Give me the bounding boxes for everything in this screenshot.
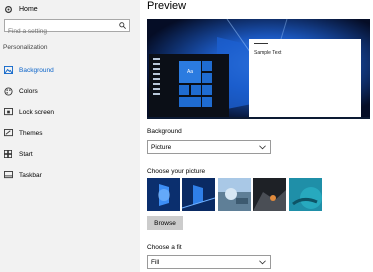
home-label: Home — [19, 5, 38, 13]
preview-tile — [179, 85, 189, 95]
picture-thumbnail[interactable] — [218, 178, 251, 211]
sample-window-title-bar — [254, 43, 268, 44]
fit-label: Choose a fit — [147, 244, 182, 251]
preview-tile — [202, 73, 212, 83]
background-dropdown-value: Picture — [151, 143, 172, 151]
search-icon[interactable] — [119, 22, 126, 29]
start-icon — [3, 149, 13, 159]
sidebar-item-label: Start — [19, 150, 33, 158]
page-title: Preview — [147, 0, 187, 12]
sidebar-item-label: Background — [19, 66, 54, 74]
home-nav-item[interactable]: Home — [4, 3, 38, 15]
sidebar-item-label: Themes — [19, 129, 43, 137]
preview-tile — [202, 61, 212, 71]
desktop-preview: Aa Sample Text — [147, 19, 370, 119]
lock-screen-icon — [3, 107, 13, 117]
chevron-down-icon — [259, 260, 266, 265]
sidebar-item-taskbar[interactable]: Taskbar — [2, 167, 137, 183]
palette-icon — [3, 86, 13, 96]
preview-tile — [179, 97, 201, 107]
settings-sidebar: Home Personalization Background Colors L… — [0, 0, 140, 272]
search-box[interactable] — [4, 19, 130, 37]
search-input[interactable] — [5, 26, 118, 37]
background-label: Background — [147, 128, 182, 135]
main-content: Preview Aa Sample Text Background Pictur… — [147, 0, 373, 272]
start-menu-list — [153, 58, 163, 98]
background-dropdown[interactable]: Picture — [147, 140, 271, 154]
sample-text: Sample Text — [254, 50, 282, 56]
picture-thumbnail[interactable] — [289, 178, 322, 211]
sidebar-item-label: Lock screen — [19, 108, 55, 116]
section-heading: Personalization — [3, 44, 48, 51]
sidebar-item-themes[interactable]: Themes — [2, 125, 137, 141]
preview-tile — [202, 85, 212, 95]
sidebar-item-lock-screen[interactable]: Lock screen — [2, 104, 137, 120]
picture-icon — [3, 65, 13, 75]
fit-dropdown-value: Fill — [151, 258, 160, 266]
sidebar-item-label: Colors — [19, 87, 38, 95]
chevron-down-icon — [259, 145, 266, 150]
sidebar-item-start[interactable]: Start — [2, 146, 137, 162]
preview-start-menu: Aa — [149, 54, 229, 117]
preview-taskbar — [147, 117, 370, 119]
preview-tile — [202, 97, 212, 107]
browse-button[interactable]: Browse — [147, 216, 183, 230]
picture-thumbnails — [147, 178, 373, 211]
sidebar-item-label: Taskbar — [19, 171, 42, 179]
sidebar-item-colors[interactable]: Colors — [2, 83, 137, 99]
choose-picture-label: Choose your picture — [147, 168, 206, 175]
preview-tile-aa: Aa — [179, 61, 201, 83]
fit-dropdown[interactable]: Fill — [147, 255, 271, 269]
taskbar-icon — [3, 170, 13, 180]
preview-tile — [191, 85, 201, 95]
brush-icon — [3, 128, 13, 138]
preview-sample-window: Sample Text — [249, 39, 361, 117]
sidebar-item-background[interactable]: Background — [2, 62, 137, 78]
picture-thumbnail[interactable] — [253, 178, 286, 211]
picture-thumbnail[interactable] — [182, 178, 215, 211]
picture-thumbnail[interactable] — [147, 178, 180, 211]
home-gear-icon — [5, 5, 12, 13]
